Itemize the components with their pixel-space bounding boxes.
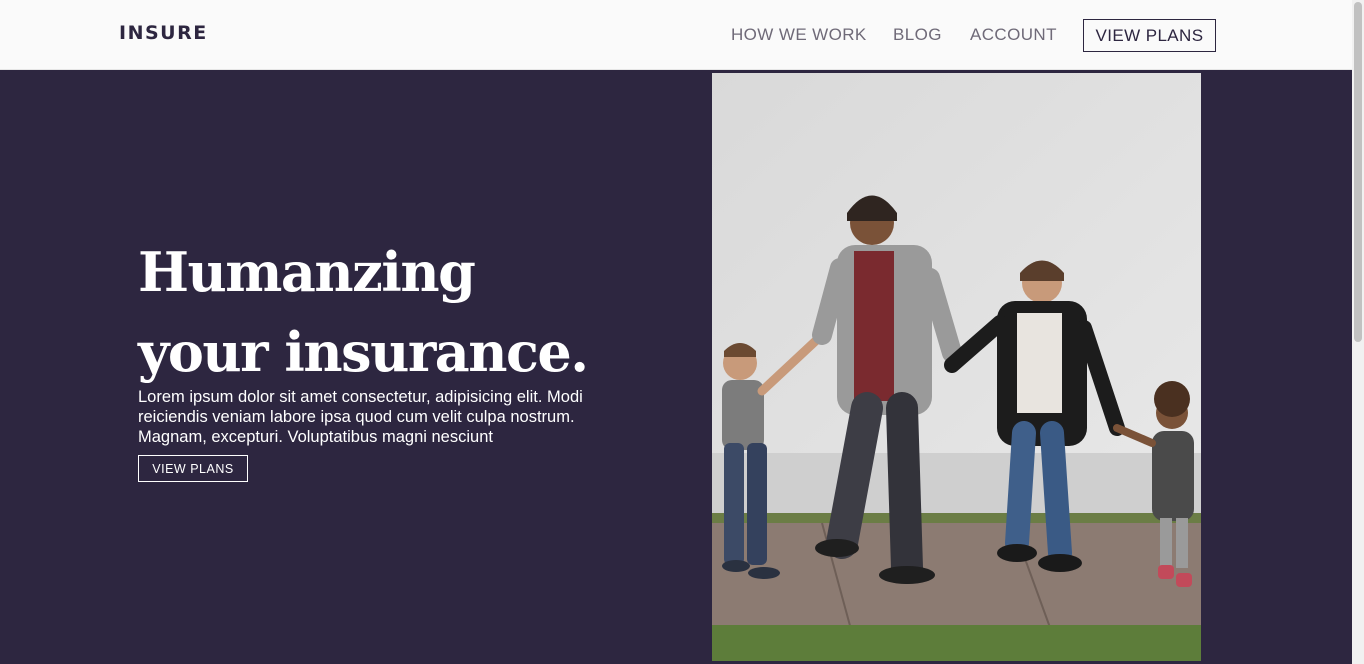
hero-title: Humanzing your insurance. bbox=[138, 240, 589, 384]
nav-link-blog[interactable]: BLOG bbox=[893, 25, 942, 45]
nav-link-account[interactable]: ACCOUNT bbox=[970, 25, 1057, 45]
hero-description: Lorem ipsum dolor sit amet consectetur, … bbox=[138, 388, 583, 446]
nav-link-how-we-work[interactable]: HOW WE WORK bbox=[731, 25, 867, 45]
site-header: INSURE HOW WE WORK BLOG ACCOUNT VIEW PLA… bbox=[0, 0, 1352, 70]
logo[interactable]: INSURE bbox=[119, 22, 208, 44]
view-plans-button[interactable]: VIEW PLANS bbox=[1083, 19, 1216, 52]
hero-family-photo bbox=[712, 73, 1201, 661]
hero-view-plans-button[interactable]: VIEW PLANS bbox=[138, 455, 248, 482]
scrollbar-thumb[interactable] bbox=[1354, 2, 1362, 342]
page-scrollbar[interactable] bbox=[1352, 0, 1364, 664]
